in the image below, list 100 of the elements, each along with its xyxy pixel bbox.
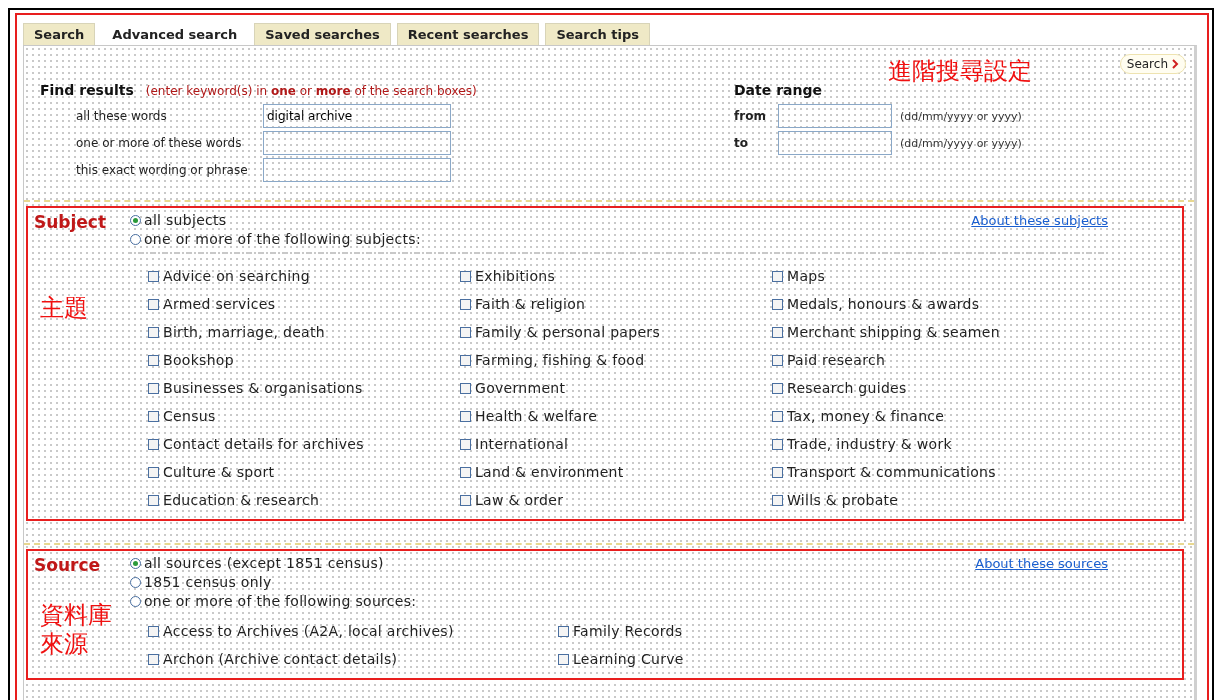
checkbox-icon[interactable] bbox=[772, 495, 783, 507]
section-title: Find results bbox=[40, 82, 134, 99]
checkbox-option[interactable]: Research guides bbox=[772, 380, 1084, 398]
tab[interactable]: Search tips bbox=[545, 23, 650, 45]
checkbox-icon[interactable] bbox=[148, 327, 159, 339]
checkbox-icon[interactable] bbox=[148, 654, 159, 666]
checkbox-icon[interactable] bbox=[772, 411, 783, 423]
checkbox-option[interactable]: Armed services bbox=[148, 296, 460, 314]
radio-option[interactable]: 1851 census only bbox=[130, 574, 272, 591]
checkbox-option[interactable]: Advice on searching bbox=[148, 268, 460, 286]
radio-option[interactable]: one or more of the following sources: bbox=[130, 593, 417, 610]
annotation-text: 主題 bbox=[40, 294, 89, 324]
format-hint: (dd/mm/yyyy or yyyy) bbox=[900, 109, 1022, 123]
checkbox-option[interactable]: Education & research bbox=[148, 492, 460, 510]
checkbox-option[interactable]: Medals, honours & awards bbox=[772, 296, 1084, 314]
checkbox-option[interactable]: Paid research bbox=[772, 352, 1084, 370]
checkbox-icon[interactable] bbox=[460, 327, 471, 339]
checkbox-icon[interactable] bbox=[772, 355, 783, 367]
date-field[interactable] bbox=[778, 131, 892, 156]
radio-icon[interactable] bbox=[130, 214, 141, 226]
tab[interactable]: Recent searches bbox=[396, 23, 540, 45]
radio-icon[interactable] bbox=[130, 233, 141, 245]
checkbox-icon[interactable] bbox=[460, 467, 471, 479]
annotation-text: 進階搜尋設定 bbox=[887, 58, 1032, 85]
checkbox-option[interactable]: Bookshop bbox=[148, 352, 460, 370]
checkbox-icon[interactable] bbox=[148, 383, 159, 395]
field-label: this exact wording or phrase bbox=[75, 163, 249, 178]
checkbox-icon[interactable] bbox=[148, 355, 159, 367]
checkbox-icon[interactable] bbox=[148, 467, 159, 479]
section-title: Subject bbox=[34, 212, 108, 233]
checkbox-icon[interactable] bbox=[148, 411, 159, 423]
checkbox-option[interactable]: Family Records bbox=[558, 623, 968, 641]
section-title: Source bbox=[34, 555, 102, 576]
hint-text: (enter keyword(s) in one or more of the search boxes) bbox=[145, 84, 477, 99]
checkbox-option[interactable]: Trade, industry & work bbox=[772, 436, 1084, 454]
radio-option[interactable]: all sources (except 1851 census) bbox=[130, 555, 384, 572]
checkbox-icon[interactable] bbox=[460, 411, 471, 423]
input-field[interactable] bbox=[263, 158, 451, 183]
chevron-icon bbox=[1171, 59, 1179, 69]
checkbox-option[interactable]: International bbox=[460, 436, 772, 454]
field-label: all these words bbox=[75, 109, 168, 124]
checkbox-option[interactable]: Birth, marriage, death bbox=[148, 324, 460, 342]
checkbox-option[interactable]: Contact details for archives bbox=[148, 436, 460, 454]
date-field[interactable] bbox=[778, 104, 892, 129]
checkbox-option[interactable]: Faith & religion bbox=[460, 296, 772, 314]
format-hint: (dd/mm/yyyy or yyyy) bbox=[900, 136, 1022, 150]
checkbox-option[interactable]: Tax, money & finance bbox=[772, 408, 1084, 426]
radio-option[interactable]: all subjects bbox=[130, 212, 227, 229]
checkbox-option[interactable]: Law & order bbox=[460, 492, 772, 510]
checkbox-option[interactable]: Exhibitions bbox=[460, 268, 772, 286]
checkbox-option[interactable]: Government bbox=[460, 380, 772, 398]
radio-icon[interactable] bbox=[130, 595, 141, 607]
radio-icon[interactable] bbox=[130, 557, 141, 569]
checkbox-icon[interactable] bbox=[460, 495, 471, 507]
checkbox-icon[interactable] bbox=[772, 467, 783, 479]
checkbox-icon[interactable] bbox=[772, 439, 783, 451]
input-field[interactable] bbox=[263, 131, 451, 156]
tab[interactable]: Search bbox=[23, 23, 96, 45]
checkbox-option[interactable]: Family & personal papers bbox=[460, 324, 772, 342]
input-field[interactable]: digital archive bbox=[263, 104, 451, 129]
checkbox-icon[interactable] bbox=[148, 299, 159, 311]
checkbox-option[interactable]: Merchant shipping & seamen bbox=[772, 324, 1084, 342]
section-title: Date range bbox=[734, 82, 822, 99]
checkbox-option[interactable]: Access to Archives (A2A, local archives) bbox=[148, 623, 558, 641]
checkbox-option[interactable]: Maps bbox=[772, 268, 1084, 286]
checkbox-option[interactable]: Archon (Archive contact details) bbox=[148, 651, 558, 669]
field-label: to bbox=[734, 136, 749, 151]
checkbox-option[interactable]: Farming, fishing & food bbox=[460, 352, 772, 370]
field-label: one or more of these words bbox=[75, 136, 243, 151]
checkbox-icon[interactable] bbox=[460, 271, 471, 283]
radio-icon[interactable] bbox=[130, 576, 141, 588]
checkbox-icon[interactable] bbox=[772, 327, 783, 339]
checkbox-icon[interactable] bbox=[148, 626, 159, 638]
field-label: from bbox=[734, 109, 767, 124]
checkbox-icon[interactable] bbox=[772, 383, 783, 395]
about-link[interactable]: About these subjects bbox=[971, 212, 1108, 228]
checkbox-option[interactable]: Businesses & organisations bbox=[148, 380, 460, 398]
checkbox-option[interactable]: Census bbox=[148, 408, 460, 426]
checkbox-icon[interactable] bbox=[460, 355, 471, 367]
checkbox-option[interactable]: Health & welfare bbox=[460, 408, 772, 426]
search-button[interactable]: Search bbox=[1119, 54, 1186, 74]
checkbox-option[interactable]: Transport & communications bbox=[772, 464, 1084, 482]
checkbox-icon[interactable] bbox=[148, 439, 159, 451]
checkbox-option[interactable]: Learning Curve bbox=[558, 651, 968, 669]
checkbox-icon[interactable] bbox=[148, 495, 159, 507]
checkbox-option[interactable]: Land & environment bbox=[460, 464, 772, 482]
checkbox-icon[interactable] bbox=[772, 271, 783, 283]
checkbox-icon[interactable] bbox=[772, 299, 783, 311]
checkbox-icon[interactable] bbox=[148, 271, 159, 283]
tab[interactable]: Saved searches bbox=[254, 23, 391, 45]
checkbox-icon[interactable] bbox=[558, 654, 569, 666]
checkbox-option[interactable]: Wills & probate bbox=[772, 492, 1084, 510]
checkbox-option[interactable]: Culture & sport bbox=[148, 464, 460, 482]
checkbox-icon[interactable] bbox=[460, 383, 471, 395]
checkbox-icon[interactable] bbox=[460, 299, 471, 311]
checkbox-icon[interactable] bbox=[558, 626, 569, 638]
radio-option[interactable]: one or more of the following subjects: bbox=[130, 231, 421, 248]
checkbox-icon[interactable] bbox=[460, 439, 471, 451]
about-link[interactable]: About these sources bbox=[975, 555, 1108, 571]
annotation-text: 資料庫來源 bbox=[40, 601, 112, 659]
